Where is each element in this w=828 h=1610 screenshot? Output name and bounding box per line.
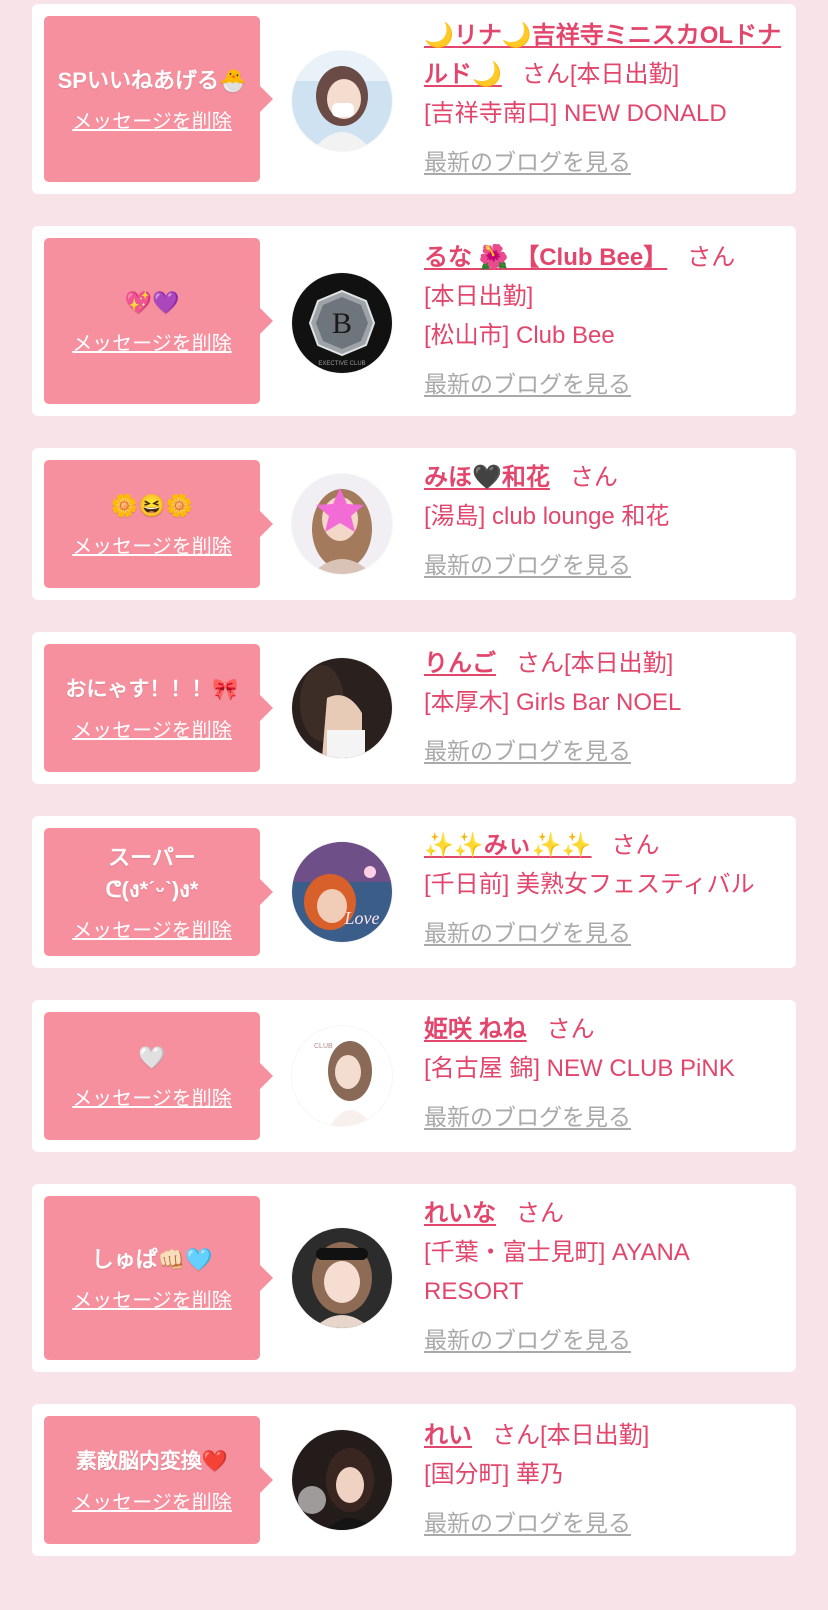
delete-message-link[interactable]: メッセージを削除 [72,914,232,943]
list-item: SPいいねあげる🐣 メッセージを削除 🌙リナ🌙吉祥寺ミニスカOLドナルド🌙 さん[… [32,4,796,194]
cast-info: るな 🌺 【Club Bee】 さん [本日出勤] [松山市] Club Bee … [424,238,786,404]
avatar[interactable] [292,51,392,151]
list-item: 🤍 メッセージを削除 CLUB 姫咲 ねね さん [名古屋 錦] NEW CLUB… [32,1000,796,1152]
list-item: しゅぱ👊🏻🩵 メッセージを削除 れいな さん [千葉・富士見町] AYANA RE… [32,1184,796,1372]
delete-message-link[interactable]: メッセージを削除 [72,714,232,743]
shop-name: [湯島] club lounge 和花 [424,503,670,530]
shop-name: [千日前] 美熟女フェスティバル [424,871,755,898]
message-list: SPいいねあげる🐣 メッセージを削除 🌙リナ🌙吉祥寺ミニスカOLドナルド🌙 さん[… [0,0,828,1610]
avatar[interactable]: Love [292,842,392,942]
message-text: 🤍 [138,1044,166,1070]
svg-text:EXECTIVE CLUB: EXECTIVE CLUB [318,361,365,367]
avatar[interactable]: B EXECTIVE CLUB [292,273,392,373]
delete-message-link[interactable]: メッセージを削除 [72,1082,232,1111]
cast-name-link[interactable]: 姫咲 ねね [424,1016,527,1043]
svg-text:B: B [332,307,352,340]
svg-text:Love: Love [344,908,380,928]
status-badge: [本日出勤] [540,1422,650,1449]
cast-info: みほ🖤和花 さん [湯島] club lounge 和花 最新のブログを見る [424,458,786,585]
avatar[interactable] [292,658,392,758]
status-badge: [本日出勤] [569,61,680,88]
shop-name: [千葉・富士見町] AYANA RESORT [424,1239,689,1305]
cast-info: 姫咲 ねね さん [名古屋 錦] NEW CLUB PiNK 最新のブログを見る [424,1010,786,1137]
honorific: さん [516,1200,564,1227]
list-item: 🌼😆🌼 メッセージを削除 みほ🖤和花 さん [湯島] club lounge 和花… [32,448,796,600]
cast-info: 🌙リナ🌙吉祥寺ミニスカOLドナルド🌙 さん[本日出勤] [吉祥寺南口] NEW D… [424,16,786,182]
list-item: 💖💜 メッセージを削除 B EXECTIVE CLUB るな 🌺 【Club B… [32,226,796,416]
cast-name-link[interactable]: ✨✨みぃ✨✨ [424,832,592,859]
avatar[interactable] [292,1430,392,1530]
blog-link[interactable]: 最新のブログを見る [424,914,631,953]
blog-link[interactable]: 最新のブログを見る [424,143,631,182]
message-bubble: スーパーᕦ(ง*ˊᵕˋ)ง* メッセージを削除 [44,828,273,956]
club-logo-icon: B EXECTIVE CLUB [292,273,392,373]
honorific: さん [521,61,570,88]
woman-photo-love-icon: Love [292,842,392,942]
shop-name: [本厚木] Girls Bar NOEL [424,689,682,716]
svg-text:CLUB: CLUB [314,1043,333,1050]
woman-photo-icon [292,51,392,151]
message-text: SPいいねあげる🐣 [57,67,247,93]
message-bubble: しゅぱ👊🏻🩵 メッセージを削除 [44,1196,273,1360]
message-text: 素敵脳内変換❤️ [75,1449,229,1473]
shop-name: [吉祥寺南口] NEW DONALD [424,100,727,127]
message-bubble: 🌼😆🌼 メッセージを削除 [44,460,273,588]
woman-photo-night-icon [292,1430,392,1530]
honorific: さん [516,650,564,677]
honorific: さん [492,1422,540,1449]
delete-message-link[interactable]: メッセージを削除 [72,1486,232,1515]
honorific: さん [687,244,736,271]
cast-name-link[interactable]: れい [424,1422,472,1449]
blog-link[interactable]: 最新のブログを見る [424,732,631,771]
message-text: おにゃす！！！🎀 [65,677,239,701]
cast-info: れいな さん [千葉・富士見町] AYANA RESORT 最新のブログを見る [424,1194,786,1360]
shop-name: [名古屋 錦] NEW CLUB PiNK [424,1055,735,1082]
list-item: 素敵脳内変換❤️ メッセージを削除 れい さん[本日出勤] [国分町] 華乃 最新… [32,1404,796,1556]
woman-photo-white-icon: CLUB [292,1026,392,1126]
cast-name-link[interactable]: みほ🖤和花 [424,464,550,491]
cast-name-link[interactable]: れいな [424,1200,496,1227]
shop-name: [国分町] 華乃 [424,1461,565,1488]
message-bubble: おにゃす！！！🎀 メッセージを削除 [44,644,273,772]
honorific: さん [611,832,660,859]
message-text: スーパーᕦ(ง*ˊᵕˋ)ง* [105,844,199,902]
message-bubble: 素敵脳内変換❤️ メッセージを削除 [44,1416,273,1544]
message-bubble: 💖💜 メッセージを削除 [44,238,273,404]
cast-info: ✨✨みぃ✨✨ さん [千日前] 美熟女フェスティバル 最新のブログを見る [424,826,786,953]
list-item: スーパーᕦ(ง*ˊᵕˋ)ง* メッセージを削除 Love ✨✨みぃ✨✨ さん [千… [32,816,796,968]
delete-message-link[interactable]: メッセージを削除 [72,1284,232,1313]
woman-photo-doll-icon [292,1228,392,1328]
delete-message-link[interactable]: メッセージを削除 [72,327,232,356]
message-text: 💖💜 [124,289,180,315]
status-badge: [本日出勤] [424,283,534,310]
honorific: さん [569,464,618,491]
shop-name: [松山市] Club Bee [424,322,615,349]
status-badge: [本日出勤] [564,650,674,677]
woman-photo-dark-icon [292,658,392,758]
delete-message-link[interactable]: メッセージを削除 [72,105,232,134]
cast-name-link[interactable]: りんご [424,650,496,677]
avatar[interactable] [292,474,392,574]
cast-name-link[interactable]: るな 🌺 【Club Bee】 [424,244,667,271]
list-item: おにゃす！！！🎀 メッセージを削除 りんご さん[本日出勤] [本厚木] Girl… [32,632,796,784]
blog-link[interactable]: 最新のブログを見る [424,1504,631,1543]
message-bubble: 🤍 メッセージを削除 [44,1012,273,1140]
avatar[interactable] [292,1228,392,1328]
message-text: しゅぱ👊🏻🩵 [91,1246,213,1272]
cast-info: りんご さん[本日出勤] [本厚木] Girls Bar NOEL 最新のブログを… [424,644,786,771]
message-text: 🌼😆🌼 [110,492,194,518]
delete-message-link[interactable]: メッセージを削除 [72,530,232,559]
blog-link[interactable]: 最新のブログを見る [424,1321,631,1360]
blog-link[interactable]: 最新のブログを見る [424,365,631,404]
blog-link[interactable]: 最新のブログを見る [424,1098,631,1137]
woman-photo-star-icon [292,474,392,574]
avatar[interactable]: CLUB [292,1026,392,1126]
blog-link[interactable]: 最新のブログを見る [424,546,631,585]
honorific: さん [546,1016,595,1043]
message-bubble: SPいいねあげる🐣 メッセージを削除 [44,16,273,182]
cast-info: れい さん[本日出勤] [国分町] 華乃 最新のブログを見る [424,1416,786,1543]
